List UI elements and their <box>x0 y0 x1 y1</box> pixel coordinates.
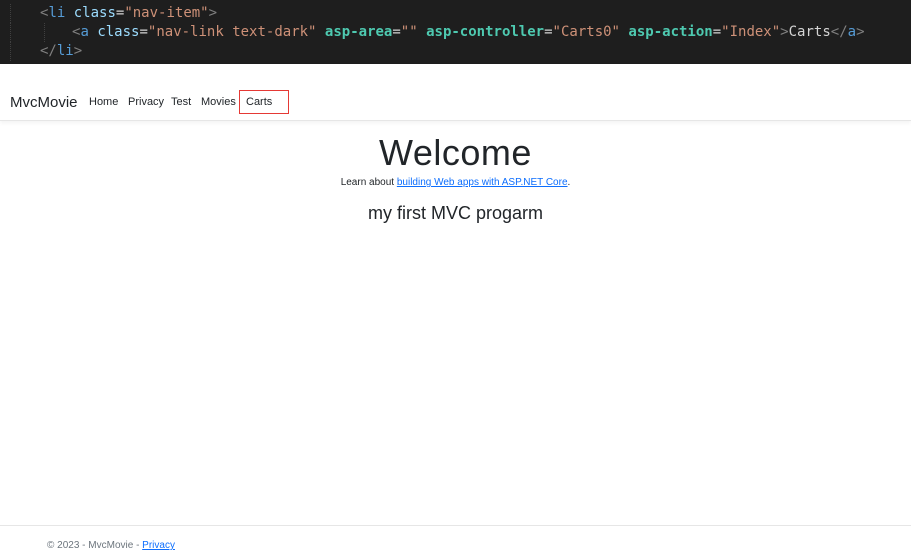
page-title: Welcome <box>379 132 532 173</box>
code-token: asp-area <box>324 24 393 40</box>
code-token: a <box>80 24 89 40</box>
code-token: "Carts0" <box>552 24 620 40</box>
footer: © 2023 - MvcMovie - Privacy <box>47 540 175 551</box>
code-token: "nav-item" <box>124 5 209 21</box>
footer-divider <box>0 525 911 526</box>
code-token: asp-controller <box>426 24 545 40</box>
code-snippet: <li class="nav-item"> <a class="nav-link… <box>0 0 911 64</box>
nav-link-carts[interactable]: Carts <box>246 96 272 108</box>
code-token: </ <box>40 43 57 59</box>
code-token: a <box>847 24 857 40</box>
code-token: class <box>97 24 140 40</box>
code-token: class <box>73 5 116 21</box>
learn-prefix: Learn about <box>340 177 397 188</box>
brand-link[interactable]: MvcMovie <box>10 94 78 111</box>
footer-privacy-link[interactable]: Privacy <box>142 540 175 551</box>
code-token: asp-action <box>628 24 713 40</box>
code-token: "nav-link text-dark" <box>147 24 317 40</box>
code-token: "" <box>400 24 418 40</box>
footer-text: © 2023 - MvcMovie - <box>47 540 143 551</box>
code-line-1: <li class="nav-item"> <box>0 4 911 23</box>
code-line-3: </li> <box>0 42 911 61</box>
code-token: </ <box>830 24 848 40</box>
code-token: "Index" <box>721 24 781 40</box>
code-token: > <box>73 43 83 59</box>
code-token: Carts <box>788 24 831 40</box>
code-token: li <box>56 43 74 59</box>
code-token: > <box>856 24 865 40</box>
nav-link-movies[interactable]: Movies <box>201 96 236 108</box>
learn-suffix: . <box>567 177 571 188</box>
page-subtitle: my first MVC progarm <box>367 203 544 223</box>
nav-link-home[interactable]: Home <box>89 96 118 108</box>
navbar: MvcMovie Home Privacy Test Movies Carts <box>0 64 911 121</box>
nav-link-privacy[interactable]: Privacy <box>128 96 164 108</box>
code-token: > <box>208 5 218 21</box>
code-line-2: <a class="nav-link text-dark" asp-area="… <box>0 23 911 42</box>
code-token: li <box>48 5 66 21</box>
nav-link-test[interactable]: Test <box>171 96 191 108</box>
learn-text: Learn about building Web apps with ASP.N… <box>0 177 911 188</box>
learn-link[interactable]: building Web apps with ASP.NET Core <box>397 177 568 188</box>
